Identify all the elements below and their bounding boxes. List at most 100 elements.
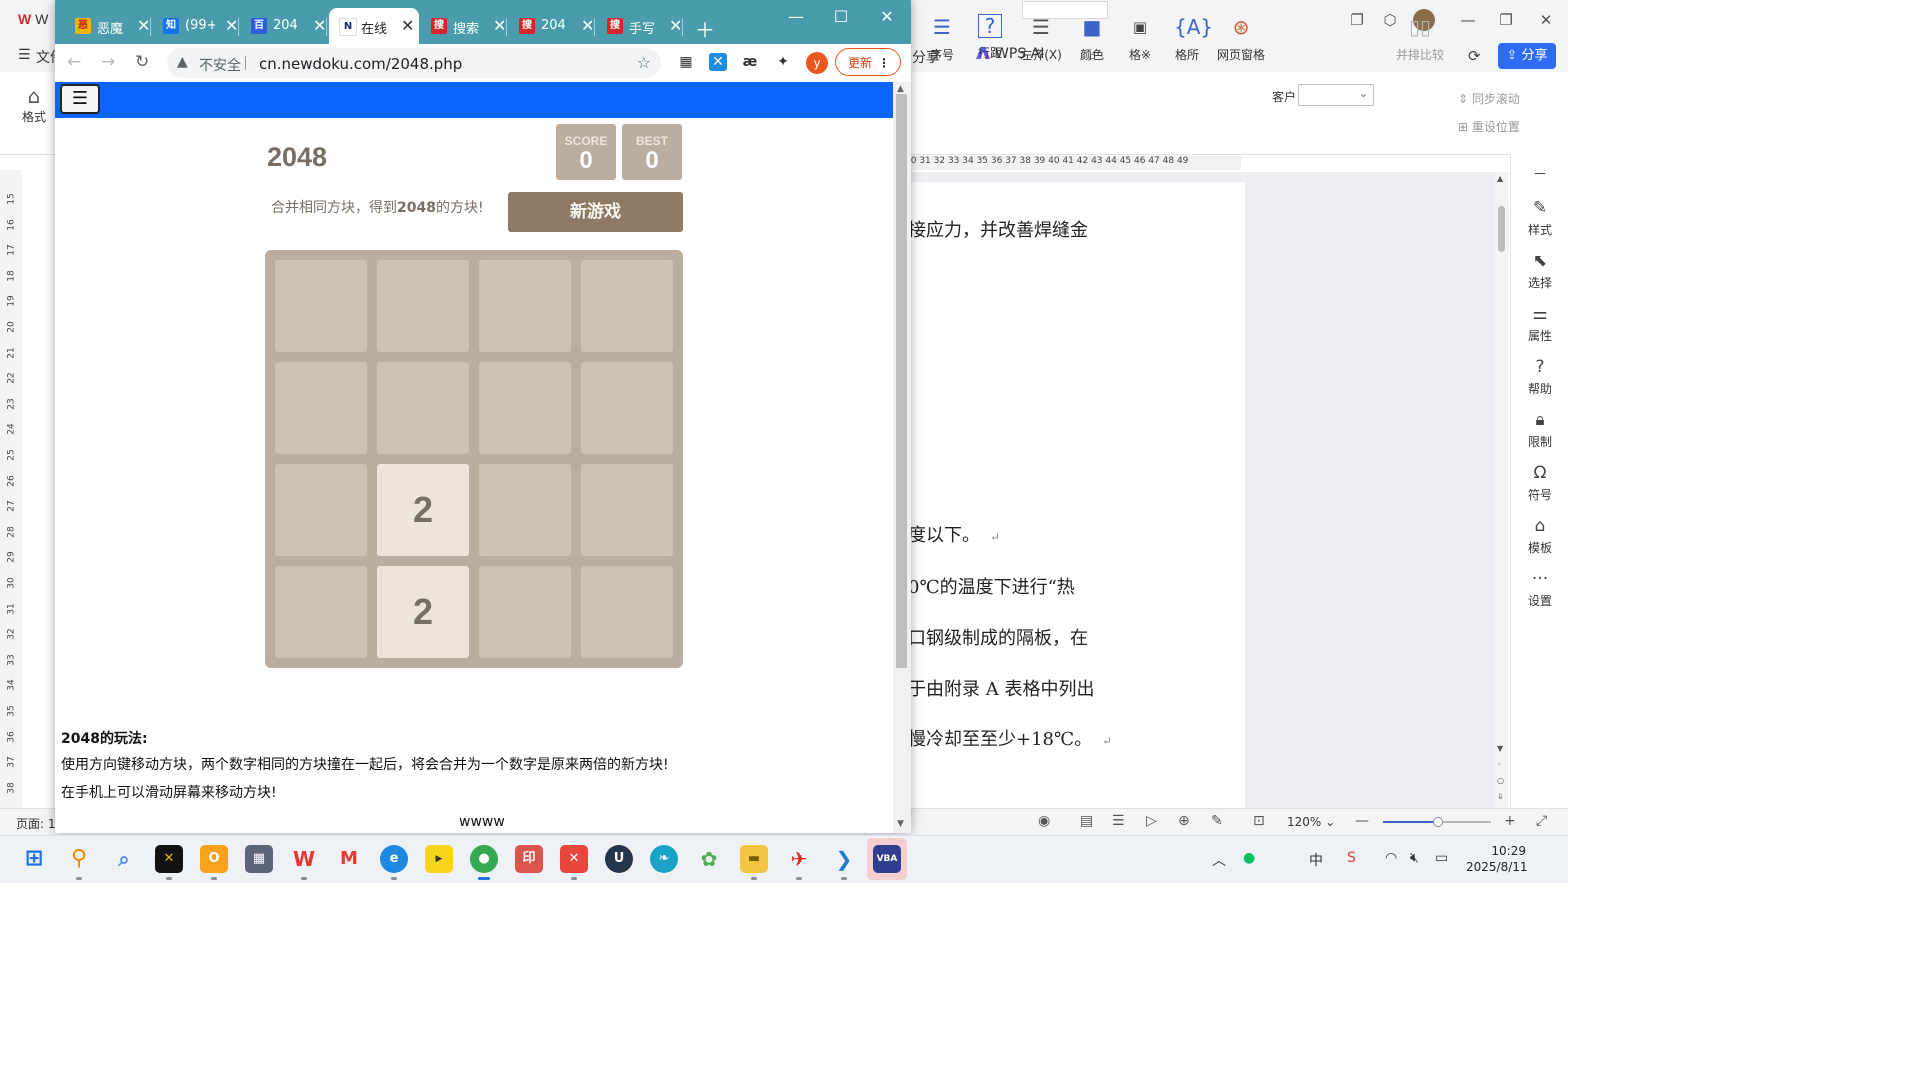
doc-line[interactable]: 0℃的温度下进行“热	[908, 573, 1075, 599]
zoom-level[interactable]: 120% ⌄	[1287, 815, 1335, 829]
panel-restrict[interactable]: 🔒︎ 限制	[1511, 410, 1569, 450]
plant-icon[interactable]: ✿	[695, 845, 723, 873]
extension-x-icon[interactable]: ✕	[709, 53, 727, 71]
tray-chevron-icon[interactable]: ︿	[1212, 850, 1226, 870]
zoom-slider[interactable]	[1383, 817, 1491, 827]
forward-icon[interactable]: →	[101, 52, 115, 72]
url-text[interactable]: cn.newdoku.com/2048.php	[259, 55, 462, 73]
panel-symbol[interactable]: Ω 符号	[1511, 463, 1569, 503]
sync-scroll-button[interactable]: ⇕ 同步滚动	[1458, 90, 1520, 107]
scrollbar-thumb[interactable]	[896, 94, 907, 668]
close-tab-icon[interactable]: ✕	[669, 16, 682, 35]
ribbon-field[interactable]: {A} 格所	[1159, 14, 1215, 63]
prev-page-icon[interactable]: ◦	[1497, 760, 1502, 769]
close-tab-icon[interactable]: ✕	[581, 16, 594, 35]
minimize-icon[interactable]: —	[1456, 9, 1480, 31]
start-icon[interactable]: ⊞	[20, 845, 48, 873]
zoom-slider-knob[interactable]	[1433, 817, 1443, 827]
battery-icon[interactable]: ▭	[1435, 850, 1448, 866]
hamburger-menu-icon[interactable]: ☰	[60, 84, 100, 114]
menu-icon[interactable]: ☰	[18, 47, 31, 63]
folder-icon[interactable]: ▬	[740, 845, 768, 873]
magnifier-icon[interactable]: ⌕	[110, 845, 138, 873]
tab-1[interactable]: 恶 恶魔 ✕	[65, 8, 151, 44]
tab-7[interactable]: 搜 手写 ✕	[597, 8, 683, 44]
reload-icon[interactable]: ↻	[135, 52, 149, 72]
scroll-down-icon[interactable]: ▼	[1497, 744, 1503, 753]
ribbon-line-spacing[interactable]: ? 行距	[962, 14, 1018, 61]
sogou-icon[interactable]: S	[1347, 850, 1356, 866]
minimize-icon[interactable]: —	[781, 6, 811, 28]
tab-6[interactable]: 搜 204 ✕	[509, 8, 595, 44]
edge-icon[interactable]: e	[380, 845, 408, 873]
update-button[interactable]: 更新 ⋮	[835, 48, 901, 76]
scroll-up-icon[interactable]: ▲	[897, 84, 904, 94]
back-icon[interactable]: ←	[67, 52, 81, 72]
office-icon[interactable]: O	[200, 845, 228, 873]
customer-select[interactable]: ⌄	[1298, 84, 1374, 106]
doc-line[interactable]: 度以下。 ↵	[908, 521, 1000, 547]
warning-icon[interactable]: ▲	[177, 54, 188, 70]
zoom-out-icon[interactable]: —	[1355, 813, 1369, 829]
xmind2-icon[interactable]: ✕	[560, 845, 588, 873]
ime-icon[interactable]: 中	[1309, 850, 1323, 870]
close-tab-icon[interactable]: ✕	[401, 16, 414, 35]
not-secure-label[interactable]: 不安全	[199, 55, 241, 75]
scrollbar-thumb[interactable]	[1498, 206, 1505, 252]
close-tab-icon[interactable]: ✕	[313, 16, 326, 35]
ribbon-web-pane[interactable]: ⊛ 网页窗格	[1213, 14, 1269, 63]
close-tab-icon[interactable]: ✕	[137, 16, 150, 35]
share-button[interactable]: ⇪ 分享	[1498, 43, 1556, 69]
plane-icon[interactable]: ✈	[785, 845, 813, 873]
restore-icon[interactable]: ❐	[1494, 9, 1518, 31]
next-page-icon[interactable]: ⇓	[1497, 792, 1504, 801]
web-view-icon[interactable]: ⊕	[1178, 813, 1190, 829]
player-icon[interactable]: ▶	[425, 845, 453, 873]
extension-gamepad-icon[interactable]: ▦	[677, 53, 695, 71]
search-app-icon[interactable]: ⚲	[65, 845, 93, 873]
fullscreen-icon[interactable]: ⤢	[1536, 813, 1547, 829]
panel-select[interactable]: ⬉ 选择	[1511, 251, 1569, 291]
mute-icon[interactable]: 🔇︎	[1410, 850, 1419, 866]
page-view-icon[interactable]: ▤	[1080, 813, 1093, 829]
page-indicator[interactable]: 页面: 1	[16, 815, 56, 832]
ribbon-align-left[interactable]: ☰ 左齐(X)	[1013, 14, 1069, 63]
vba-icon[interactable]: VBA	[873, 845, 901, 873]
tab-active[interactable]: N 在线 ✕	[329, 8, 419, 44]
close-tab-icon[interactable]: ✕	[493, 16, 506, 35]
bookmark-star-icon[interactable]: ☆	[637, 53, 651, 72]
scroll-down-icon[interactable]: ▼	[897, 819, 904, 829]
close-icon[interactable]: ✕	[1534, 9, 1558, 31]
extension-ae-icon[interactable]: æ	[741, 53, 759, 71]
fit-page-icon[interactable]: ⊡	[1253, 813, 1265, 829]
panel-properties[interactable]: ⚌ 属性	[1511, 304, 1569, 344]
new-tab-icon[interactable]: ＋	[695, 14, 715, 43]
panel-settings[interactable]: ··· 设置	[1511, 569, 1569, 609]
tab-5[interactable]: 搜 搜索 ✕	[421, 8, 507, 44]
xmind-icon[interactable]: ✕	[155, 845, 183, 873]
pen-mode-icon[interactable]: ✎	[1211, 813, 1223, 829]
panel-style[interactable]: ✎ 样式	[1511, 198, 1569, 238]
doc-line[interactable]: 口钢级制成的隔板，在	[908, 624, 1088, 650]
page-scrollbar[interactable]: ▲ ▼	[893, 82, 911, 833]
doc-line[interactable]: 慢冷却至至少+18℃。 ↵	[908, 725, 1112, 751]
doc-line[interactable]: 于由附录 A 表格中列出	[908, 675, 1094, 701]
address-bar[interactable]: ▲ 不安全 cn.newdoku.com/2048.php ☆	[167, 48, 661, 78]
document-page[interactable]	[905, 182, 1245, 808]
uc-icon[interactable]: U	[605, 845, 633, 873]
close-tab-icon[interactable]: ✕	[225, 16, 238, 35]
stamp-icon[interactable]: 印	[515, 845, 543, 873]
cloud-sync-icon[interactable]: ⟳	[1468, 47, 1481, 65]
ribbon-side-by-side[interactable]: ▯▯ 并排比较	[1392, 14, 1448, 63]
panel-collapse-icon[interactable]: —	[1511, 166, 1569, 180]
zoom-in-icon[interactable]: +	[1504, 813, 1516, 829]
vscode-icon[interactable]: ❯	[830, 845, 858, 873]
maximize-icon[interactable]: ☐	[826, 6, 856, 28]
profile-avatar[interactable]: y	[806, 52, 828, 74]
new-game-button[interactable]: 新游戏	[508, 192, 683, 232]
chrome-icon[interactable]: ●	[470, 845, 498, 873]
close-window-icon[interactable]: ✕	[872, 6, 902, 28]
select-browse-icon[interactable]: ○	[1497, 776, 1504, 785]
mail-icon[interactable]: M	[335, 845, 363, 873]
wps-icon[interactable]: W	[290, 845, 318, 873]
